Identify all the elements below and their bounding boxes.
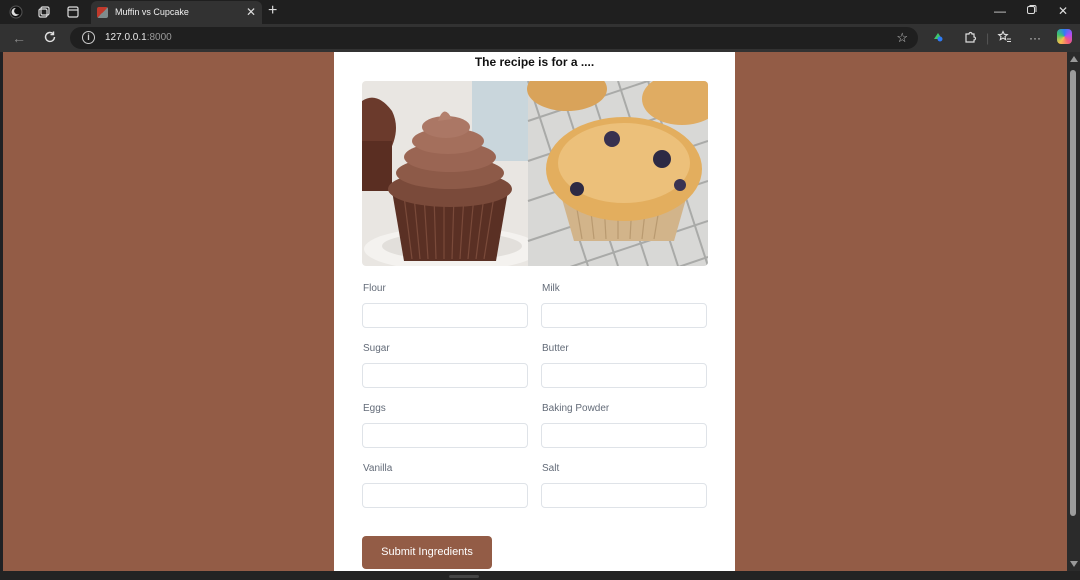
plus-icon[interactable]: +: [268, 3, 277, 19]
copilot-icon[interactable]: [1057, 29, 1072, 44]
baking-powder-input[interactable]: [541, 423, 707, 448]
minimize-icon[interactable]: —: [994, 4, 1006, 18]
site-favicon-icon: [97, 7, 108, 18]
restore-icon[interactable]: [1026, 4, 1037, 18]
tab-title: Muffin vs Cupcake: [115, 7, 189, 17]
scrollbar-thumb[interactable]: [1070, 70, 1076, 516]
tab-strip: Muffin vs Cupcake ✕ + — ✕: [0, 0, 1080, 24]
eggs-label: Eggs: [363, 403, 386, 414]
profile-icon[interactable]: [9, 5, 23, 19]
browser-toolbar: ← i 127.0.0.1:8000 ☆ | ···: [0, 24, 1080, 52]
vanilla-input[interactable]: [362, 483, 528, 508]
url-text[interactable]: 127.0.0.1:8000: [105, 32, 172, 43]
eggs-input[interactable]: [362, 423, 528, 448]
more-icon[interactable]: ···: [1029, 30, 1041, 46]
page-scrollbar[interactable]: [1067, 52, 1080, 571]
favorites-icon[interactable]: [997, 30, 1012, 48]
flour-label: Flour: [363, 283, 386, 294]
page-title: The recipe is for a ....: [474, 55, 595, 69]
submit-ingredients-button[interactable]: Submit Ingredients: [362, 536, 492, 569]
puzzle-icon[interactable]: [963, 30, 977, 48]
baking-powder-label: Baking Powder: [542, 403, 610, 414]
close-icon[interactable]: ✕: [246, 5, 256, 19]
salt-input[interactable]: [541, 483, 707, 508]
butter-input[interactable]: [541, 363, 707, 388]
resize-handle: [449, 575, 479, 578]
milk-input[interactable]: [541, 303, 707, 328]
close-window-icon[interactable]: ✕: [1058, 4, 1068, 18]
active-tab[interactable]: Muffin vs Cupcake ✕: [91, 1, 262, 24]
toolbar-divider: |: [986, 31, 990, 45]
scroll-down-icon[interactable]: [1070, 561, 1078, 567]
window-bottom-edge: [0, 571, 1080, 580]
recipe-form-card: The recipe is for a .... Flour Milk Suga…: [334, 52, 735, 571]
address-bar[interactable]: i 127.0.0.1:8000 ☆: [70, 27, 918, 49]
info-icon[interactable]: i: [82, 31, 95, 44]
sugar-label: Sugar: [363, 343, 390, 354]
milk-label: Milk: [542, 283, 560, 294]
page-viewport: The recipe is for a .... Flour Milk Suga…: [3, 52, 1067, 571]
url-host: 127.0.0.1: [105, 32, 147, 43]
cupcake-muffin-image: [362, 81, 708, 266]
sugar-input[interactable]: [362, 363, 528, 388]
flour-input[interactable]: [362, 303, 528, 328]
url-port: :8000: [146, 32, 172, 43]
scroll-up-icon[interactable]: [1070, 56, 1078, 62]
workspaces-icon[interactable]: [37, 5, 51, 19]
star-icon[interactable]: ☆: [896, 30, 908, 45]
tab-actions-icon[interactable]: [66, 5, 80, 19]
back-arrow-icon[interactable]: ←: [12, 30, 26, 46]
vanilla-label: Vanilla: [363, 463, 393, 474]
browser-essentials-icon[interactable]: [931, 30, 945, 48]
salt-label: Salt: [542, 463, 560, 474]
refresh-icon[interactable]: [43, 30, 57, 47]
butter-label: Butter: [542, 343, 569, 354]
